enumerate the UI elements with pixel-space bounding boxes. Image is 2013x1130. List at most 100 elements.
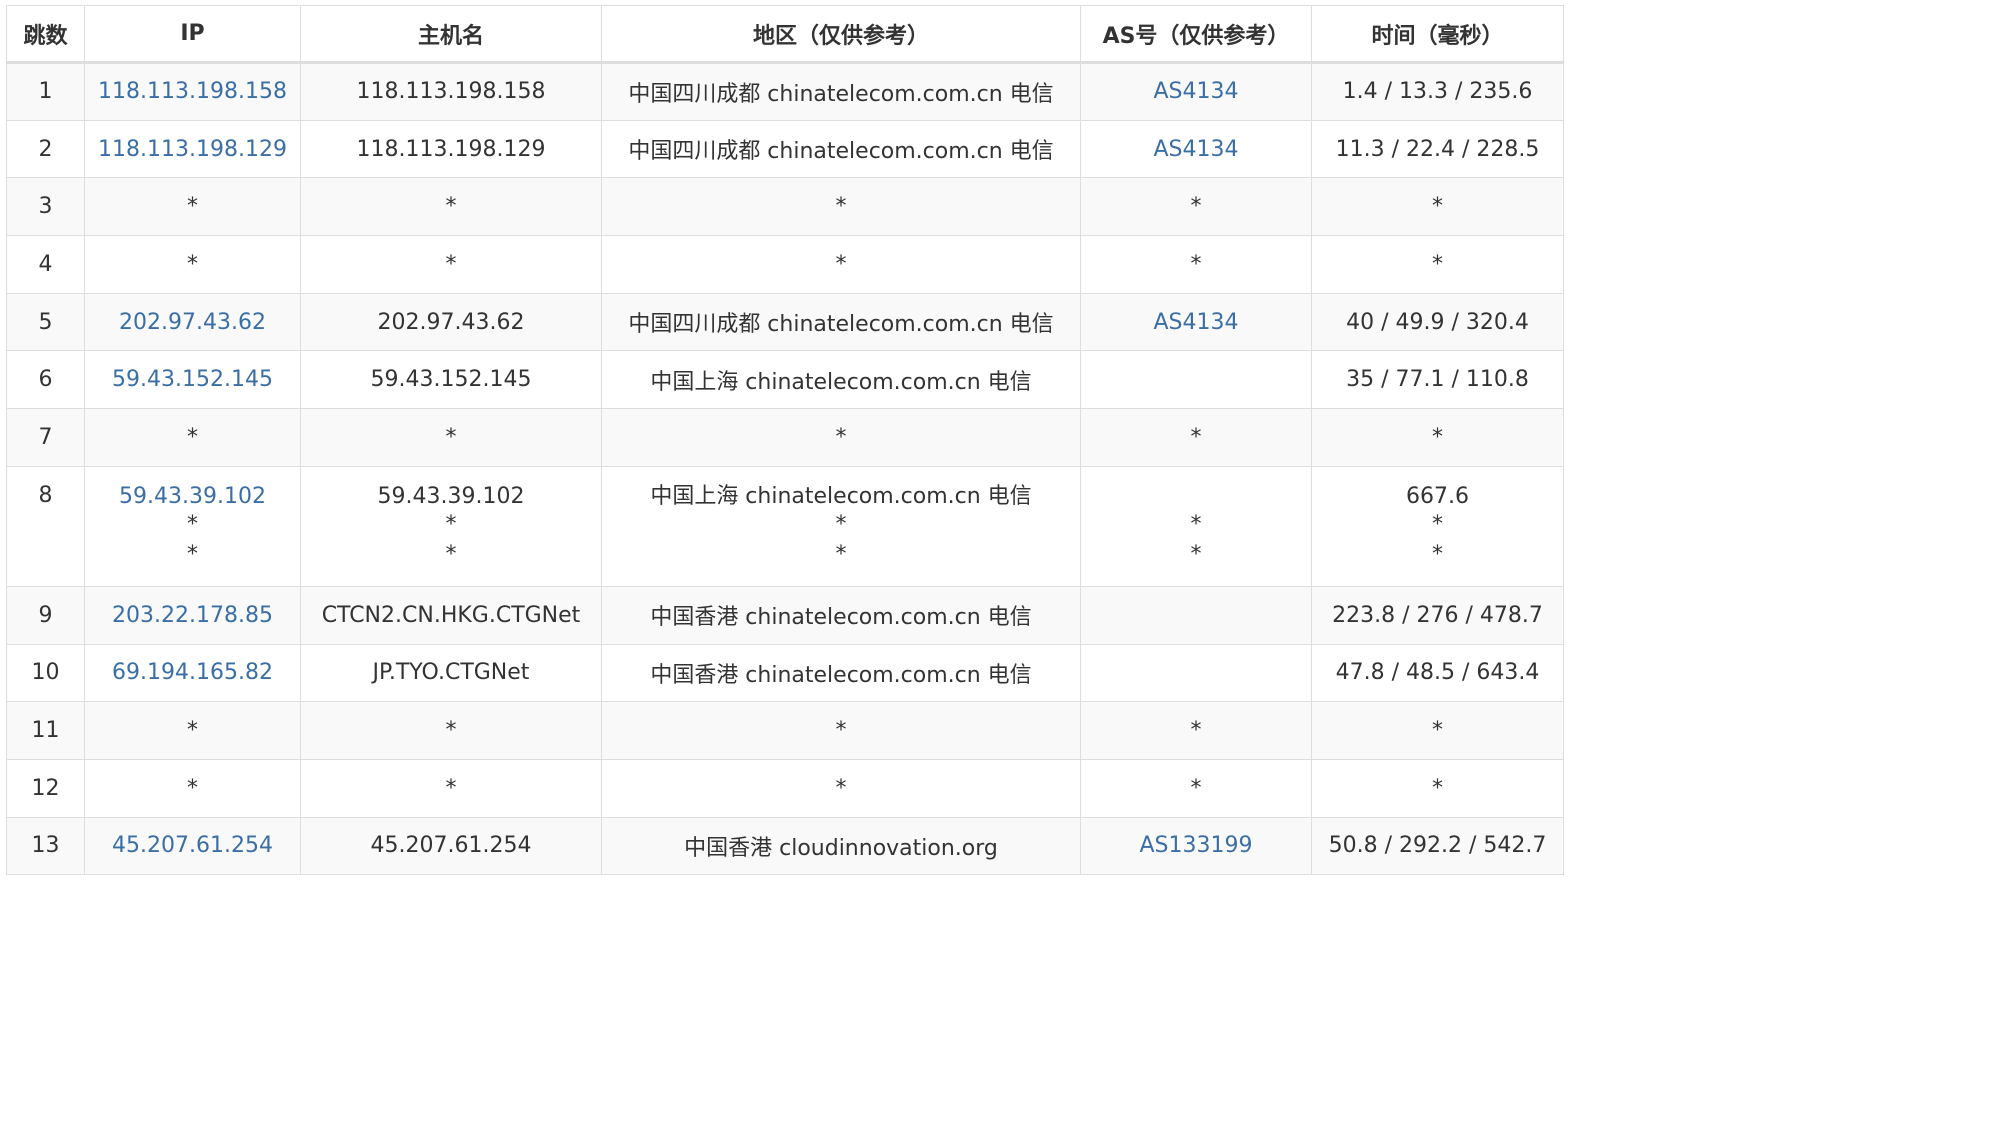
as-cell xyxy=(1080,643,1312,703)
column-header-as-number: AS号（仅供参考） xyxy=(1080,5,1312,64)
hop-cell: 1 xyxy=(6,62,85,121)
time-cell: 667.6 * * xyxy=(1311,465,1564,587)
column-header-hostname: 主机名 xyxy=(300,5,602,64)
as-link[interactable]: AS4134 xyxy=(1080,62,1312,121)
region-cell: * xyxy=(601,177,1081,237)
region-probe-value: * xyxy=(835,541,847,567)
ip-link[interactable]: 203.22.178.85 xyxy=(84,585,301,645)
hostname-cell: * xyxy=(300,408,602,467)
region-cell: * xyxy=(601,408,1081,467)
as-cell: * * xyxy=(1080,465,1312,587)
time-cell: 11.3 / 22.4 / 228.5 xyxy=(1311,119,1564,179)
header-row: 跳数 IP 主机名 地区（仅供参考） AS号（仅供参考） 时间（毫秒） xyxy=(6,5,1564,64)
region-cell: 中国香港 chinatelecom.com.cn 电信 xyxy=(601,643,1081,703)
time-cell: * xyxy=(1311,701,1564,760)
table-row: 2 118.113.198.129 118.113.198.129 中国四川成都… xyxy=(6,119,1564,179)
time-cell: 47.8 / 48.5 / 643.4 xyxy=(1311,643,1564,703)
table-row: 13 45.207.61.254 45.207.61.254 中国香港 clou… xyxy=(6,816,1564,876)
hostname-cell: 118.113.198.129 xyxy=(300,119,602,179)
time-cell: 35 / 77.1 / 110.8 xyxy=(1311,350,1564,410)
table-row: 11 * * * * * xyxy=(6,701,1564,760)
time-cell: * xyxy=(1311,177,1564,237)
hostname-cell: * xyxy=(300,758,602,818)
time-probe-value: 667.6 xyxy=(1406,483,1469,509)
traceroute-table-container: 跳数 IP 主机名 地区（仅供参考） AS号（仅供参考） 时间（毫秒） 1 11… xyxy=(6,5,1564,876)
hop-cell: 12 xyxy=(6,758,85,818)
region-cell: 中国四川成都 chinatelecom.com.cn 电信 xyxy=(601,119,1081,179)
hop-cell: 11 xyxy=(6,701,85,760)
region-cell: 中国香港 cloudinnovation.org xyxy=(601,816,1081,876)
column-header-ip: IP xyxy=(84,5,301,64)
time-cell: * xyxy=(1311,758,1564,818)
region-cell: * xyxy=(601,235,1081,294)
as-link[interactable]: AS4134 xyxy=(1080,292,1312,352)
hop-cell: 10 xyxy=(6,643,85,703)
hostname-probe-value: * xyxy=(445,541,457,567)
column-header-region: 地区（仅供参考） xyxy=(601,5,1081,64)
as-cell xyxy=(1080,350,1312,410)
ip-link[interactable]: 59.43.39.102 xyxy=(91,483,294,510)
region-probe-value: 中国上海 chinatelecom.com.cn 电信 xyxy=(650,483,1032,509)
as-link[interactable]: AS133199 xyxy=(1080,816,1312,876)
hop-cell: 9 xyxy=(6,585,85,645)
ip-probe-value: * xyxy=(187,541,198,567)
as-cell: * xyxy=(1080,235,1312,294)
hostname-cell: 202.97.43.62 xyxy=(300,292,602,352)
time-cell: 223.8 / 276 / 478.7 xyxy=(1311,585,1564,645)
time-cell: 1.4 / 13.3 / 235.6 xyxy=(1311,62,1564,121)
hostname-cell: 59.43.39.102 * * xyxy=(300,465,602,587)
hop-cell: 6 xyxy=(6,350,85,410)
column-header-hop: 跳数 xyxy=(6,5,85,64)
ip-cell: * xyxy=(84,177,301,237)
hop-cell: 8 xyxy=(6,465,85,587)
table-row: 6 59.43.152.145 59.43.152.145 中国上海 china… xyxy=(6,350,1564,410)
time-cell: * xyxy=(1311,235,1564,294)
time-cell: 40 / 49.9 / 320.4 xyxy=(1311,292,1564,352)
table-header: 跳数 IP 主机名 地区（仅供参考） AS号（仅供参考） 时间（毫秒） xyxy=(6,5,1564,64)
region-cell: * xyxy=(601,758,1081,818)
ip-cell: * xyxy=(84,235,301,294)
as-link[interactable]: AS4134 xyxy=(1080,119,1312,179)
traceroute-table: 跳数 IP 主机名 地区（仅供参考） AS号（仅供参考） 时间（毫秒） 1 11… xyxy=(6,5,1564,876)
hostname-cell: * xyxy=(300,235,602,294)
ip-link[interactable]: 118.113.198.129 xyxy=(84,119,301,179)
table-row: 5 202.97.43.62 202.97.43.62 中国四川成都 china… xyxy=(6,292,1564,352)
ip-cell: * xyxy=(84,758,301,818)
as-probe-value: * xyxy=(1190,541,1202,567)
ip-link[interactable]: 69.194.165.82 xyxy=(84,643,301,703)
as-cell: * xyxy=(1080,177,1312,237)
hostname-cell: 59.43.152.145 xyxy=(300,350,602,410)
table-row: 9 203.22.178.85 CTCN2.CN.HKG.CTGNet 中国香港… xyxy=(6,585,1564,645)
hostname-probe-value: * xyxy=(445,511,457,537)
ip-link[interactable]: 45.207.61.254 xyxy=(84,816,301,876)
hop-cell: 13 xyxy=(6,816,85,876)
ip-cell: * xyxy=(84,408,301,467)
region-cell: 中国上海 chinatelecom.com.cn 电信 * * xyxy=(601,465,1081,587)
time-probe-value: * xyxy=(1432,511,1443,537)
as-cell: * xyxy=(1080,408,1312,467)
region-cell: 中国四川成都 chinatelecom.com.cn 电信 xyxy=(601,62,1081,121)
time-probe-value: * xyxy=(1432,541,1443,567)
hostname-cell: 45.207.61.254 xyxy=(300,816,602,876)
hostname-cell: * xyxy=(300,177,602,237)
hostname-probe-value: 59.43.39.102 xyxy=(377,483,525,509)
time-cell: 50.8 / 292.2 / 542.7 xyxy=(1311,816,1564,876)
region-cell: 中国四川成都 chinatelecom.com.cn 电信 xyxy=(601,292,1081,352)
as-probe-value xyxy=(1087,483,1305,510)
ip-link[interactable]: 202.97.43.62 xyxy=(84,292,301,352)
column-header-time: 时间（毫秒） xyxy=(1311,5,1564,64)
hostname-cell: CTCN2.CN.HKG.CTGNet xyxy=(300,585,602,645)
ip-cell: * xyxy=(84,701,301,760)
table-row: 3 * * * * * xyxy=(6,177,1564,237)
ip-link[interactable]: 118.113.198.158 xyxy=(84,62,301,121)
hop-cell: 7 xyxy=(6,408,85,467)
ip-link[interactable]: 59.43.152.145 xyxy=(84,350,301,410)
region-cell: 中国香港 chinatelecom.com.cn 电信 xyxy=(601,585,1081,645)
hop-cell: 5 xyxy=(6,292,85,352)
table-row: 8 59.43.39.102 * * 59.43.39.102 * * 中国上海… xyxy=(6,465,1564,587)
hop-cell: 3 xyxy=(6,177,85,237)
ip-probe-value: * xyxy=(187,511,198,537)
as-cell: * xyxy=(1080,758,1312,818)
ip-cell: 59.43.39.102 * * xyxy=(84,465,301,587)
region-cell: * xyxy=(601,701,1081,760)
